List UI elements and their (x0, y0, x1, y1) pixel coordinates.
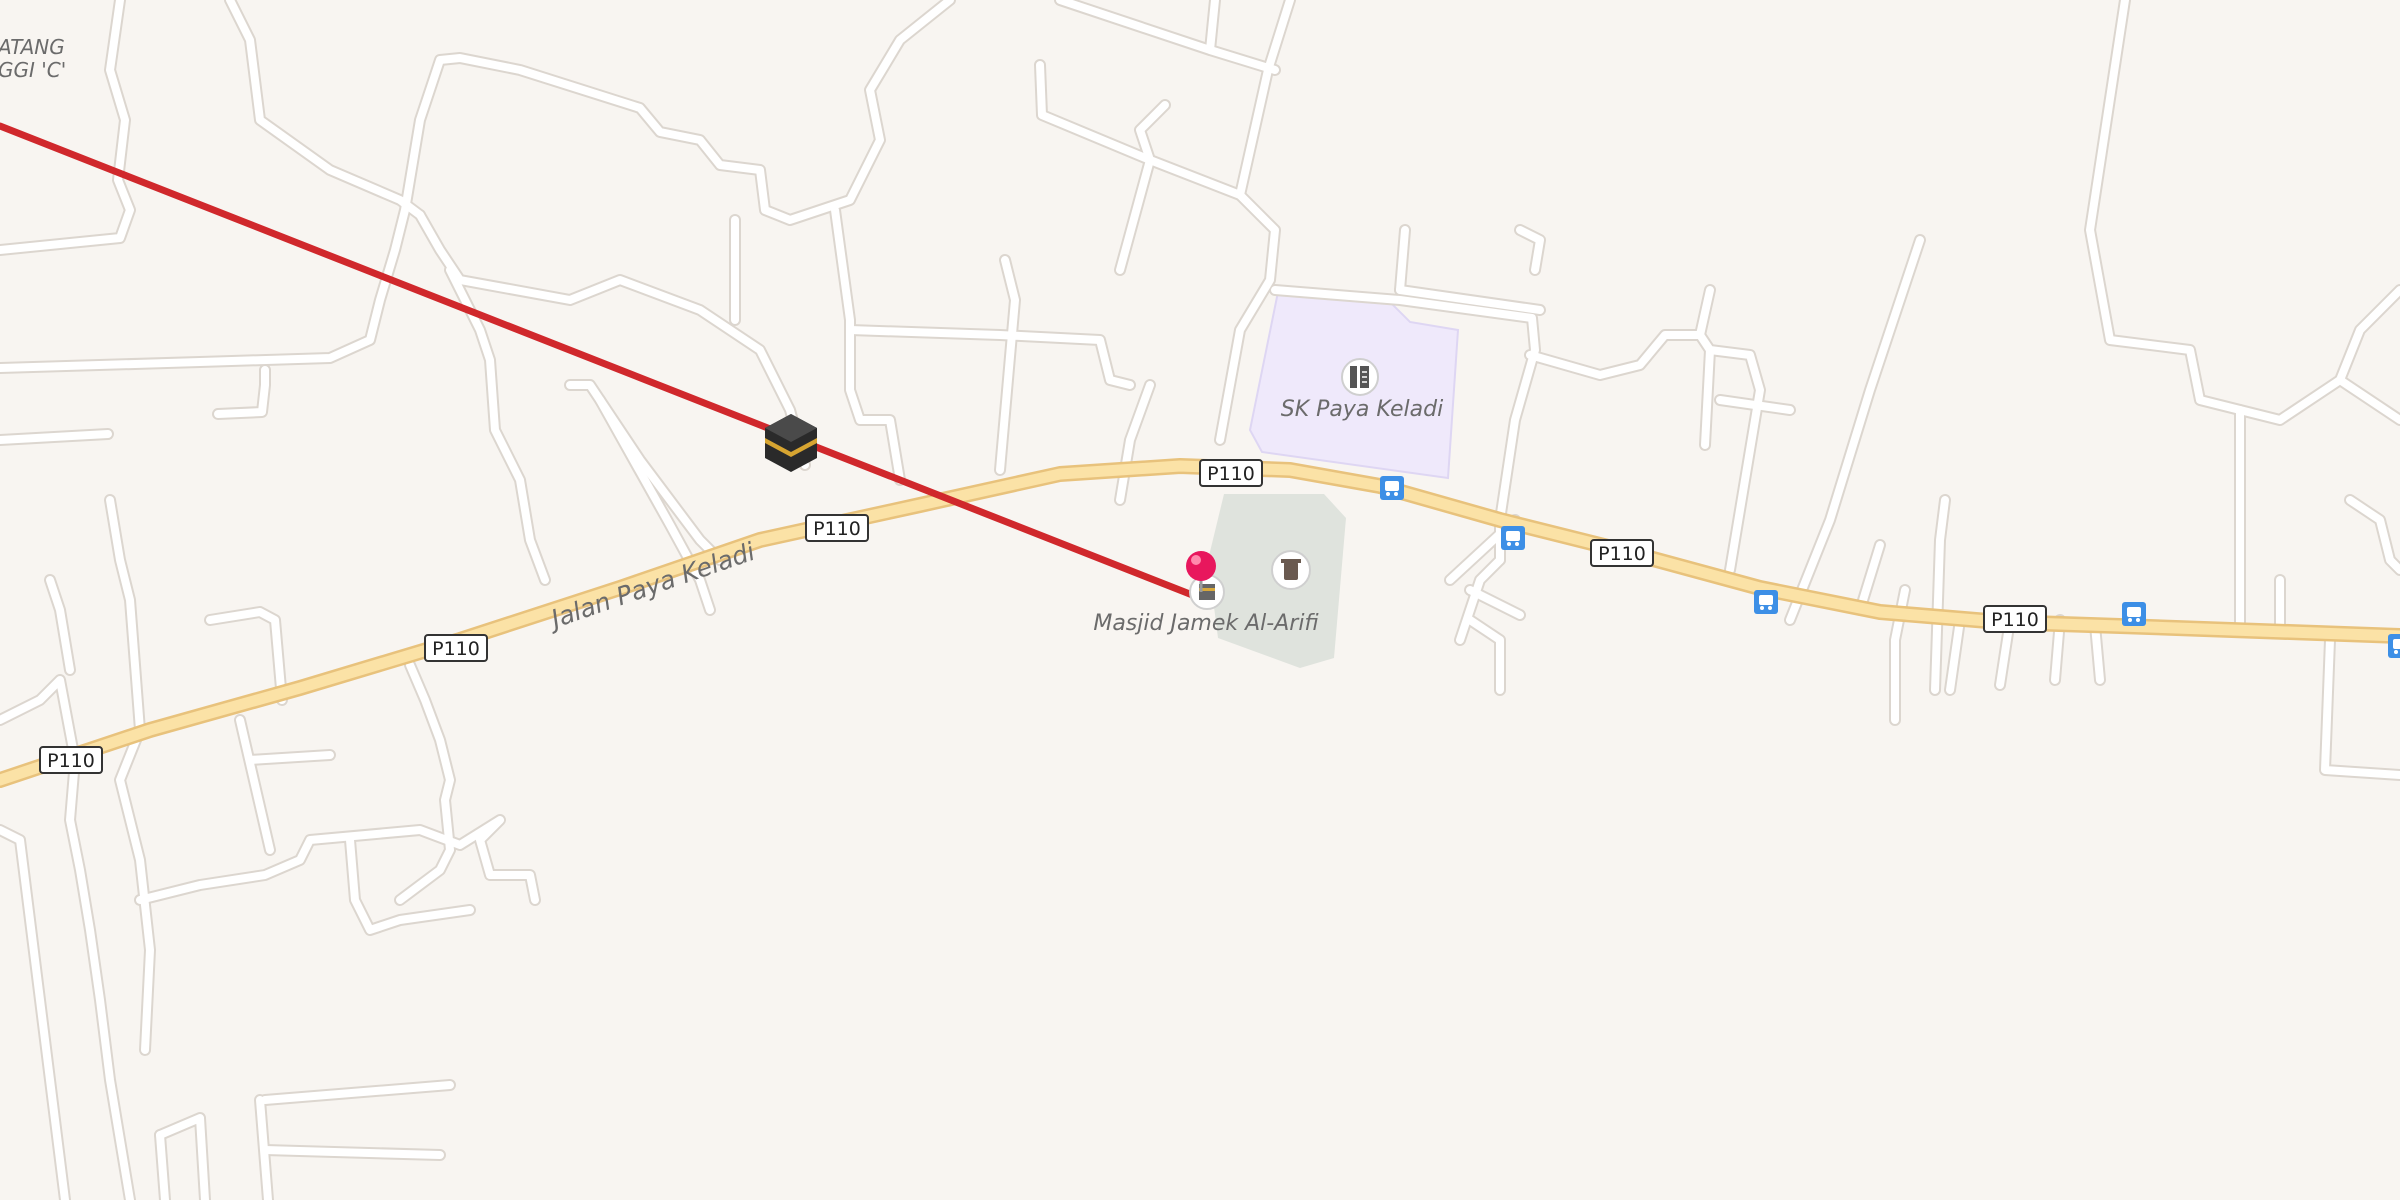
svg-text:P110: P110 (47, 750, 95, 772)
route-shield: P110 (1983, 605, 2047, 633)
area-label-line2: GGI 'C' (0, 58, 66, 82)
svg-text:P110: P110 (1991, 609, 2039, 631)
route-shield: P110 (39, 746, 103, 774)
map-canvas[interactable]: Jalan Paya Keladi P110 P110 P110 P110 P1… (0, 0, 2400, 1200)
bus-stop-icon[interactable] (2388, 634, 2400, 658)
route-shield: P110 (1590, 539, 1654, 567)
svg-text:P110: P110 (1598, 543, 1646, 565)
school-icon[interactable] (1341, 358, 1379, 396)
svg-text:P110: P110 (813, 518, 861, 540)
mosque-icon[interactable] (1189, 574, 1225, 610)
mosque-name-label: Masjid Jamek Al-Arifi (1093, 611, 1319, 636)
cemetery-icon[interactable] (1271, 550, 1311, 590)
svg-text:P110: P110 (1207, 463, 1255, 485)
bus-stop-icon[interactable] (1380, 476, 1404, 500)
bus-stop-icon[interactable] (1754, 590, 1778, 614)
school-name-label: SK Paya Keladi (1281, 397, 1443, 422)
route-shield: P110 (805, 514, 869, 542)
road-name-label: Jalan Paya Keladi (543, 537, 759, 635)
bus-stop-icon[interactable] (1501, 526, 1525, 550)
bus-stop-icon[interactable] (2122, 602, 2146, 626)
map-view[interactable]: Jalan Paya Keladi P110 P110 P110 P110 P1… (0, 0, 2400, 1200)
route-shield: P110 (1199, 459, 1263, 487)
route-shield: P110 (424, 634, 488, 662)
area-label-line1: ATANG (0, 35, 65, 59)
svg-text:P110: P110 (432, 638, 480, 660)
